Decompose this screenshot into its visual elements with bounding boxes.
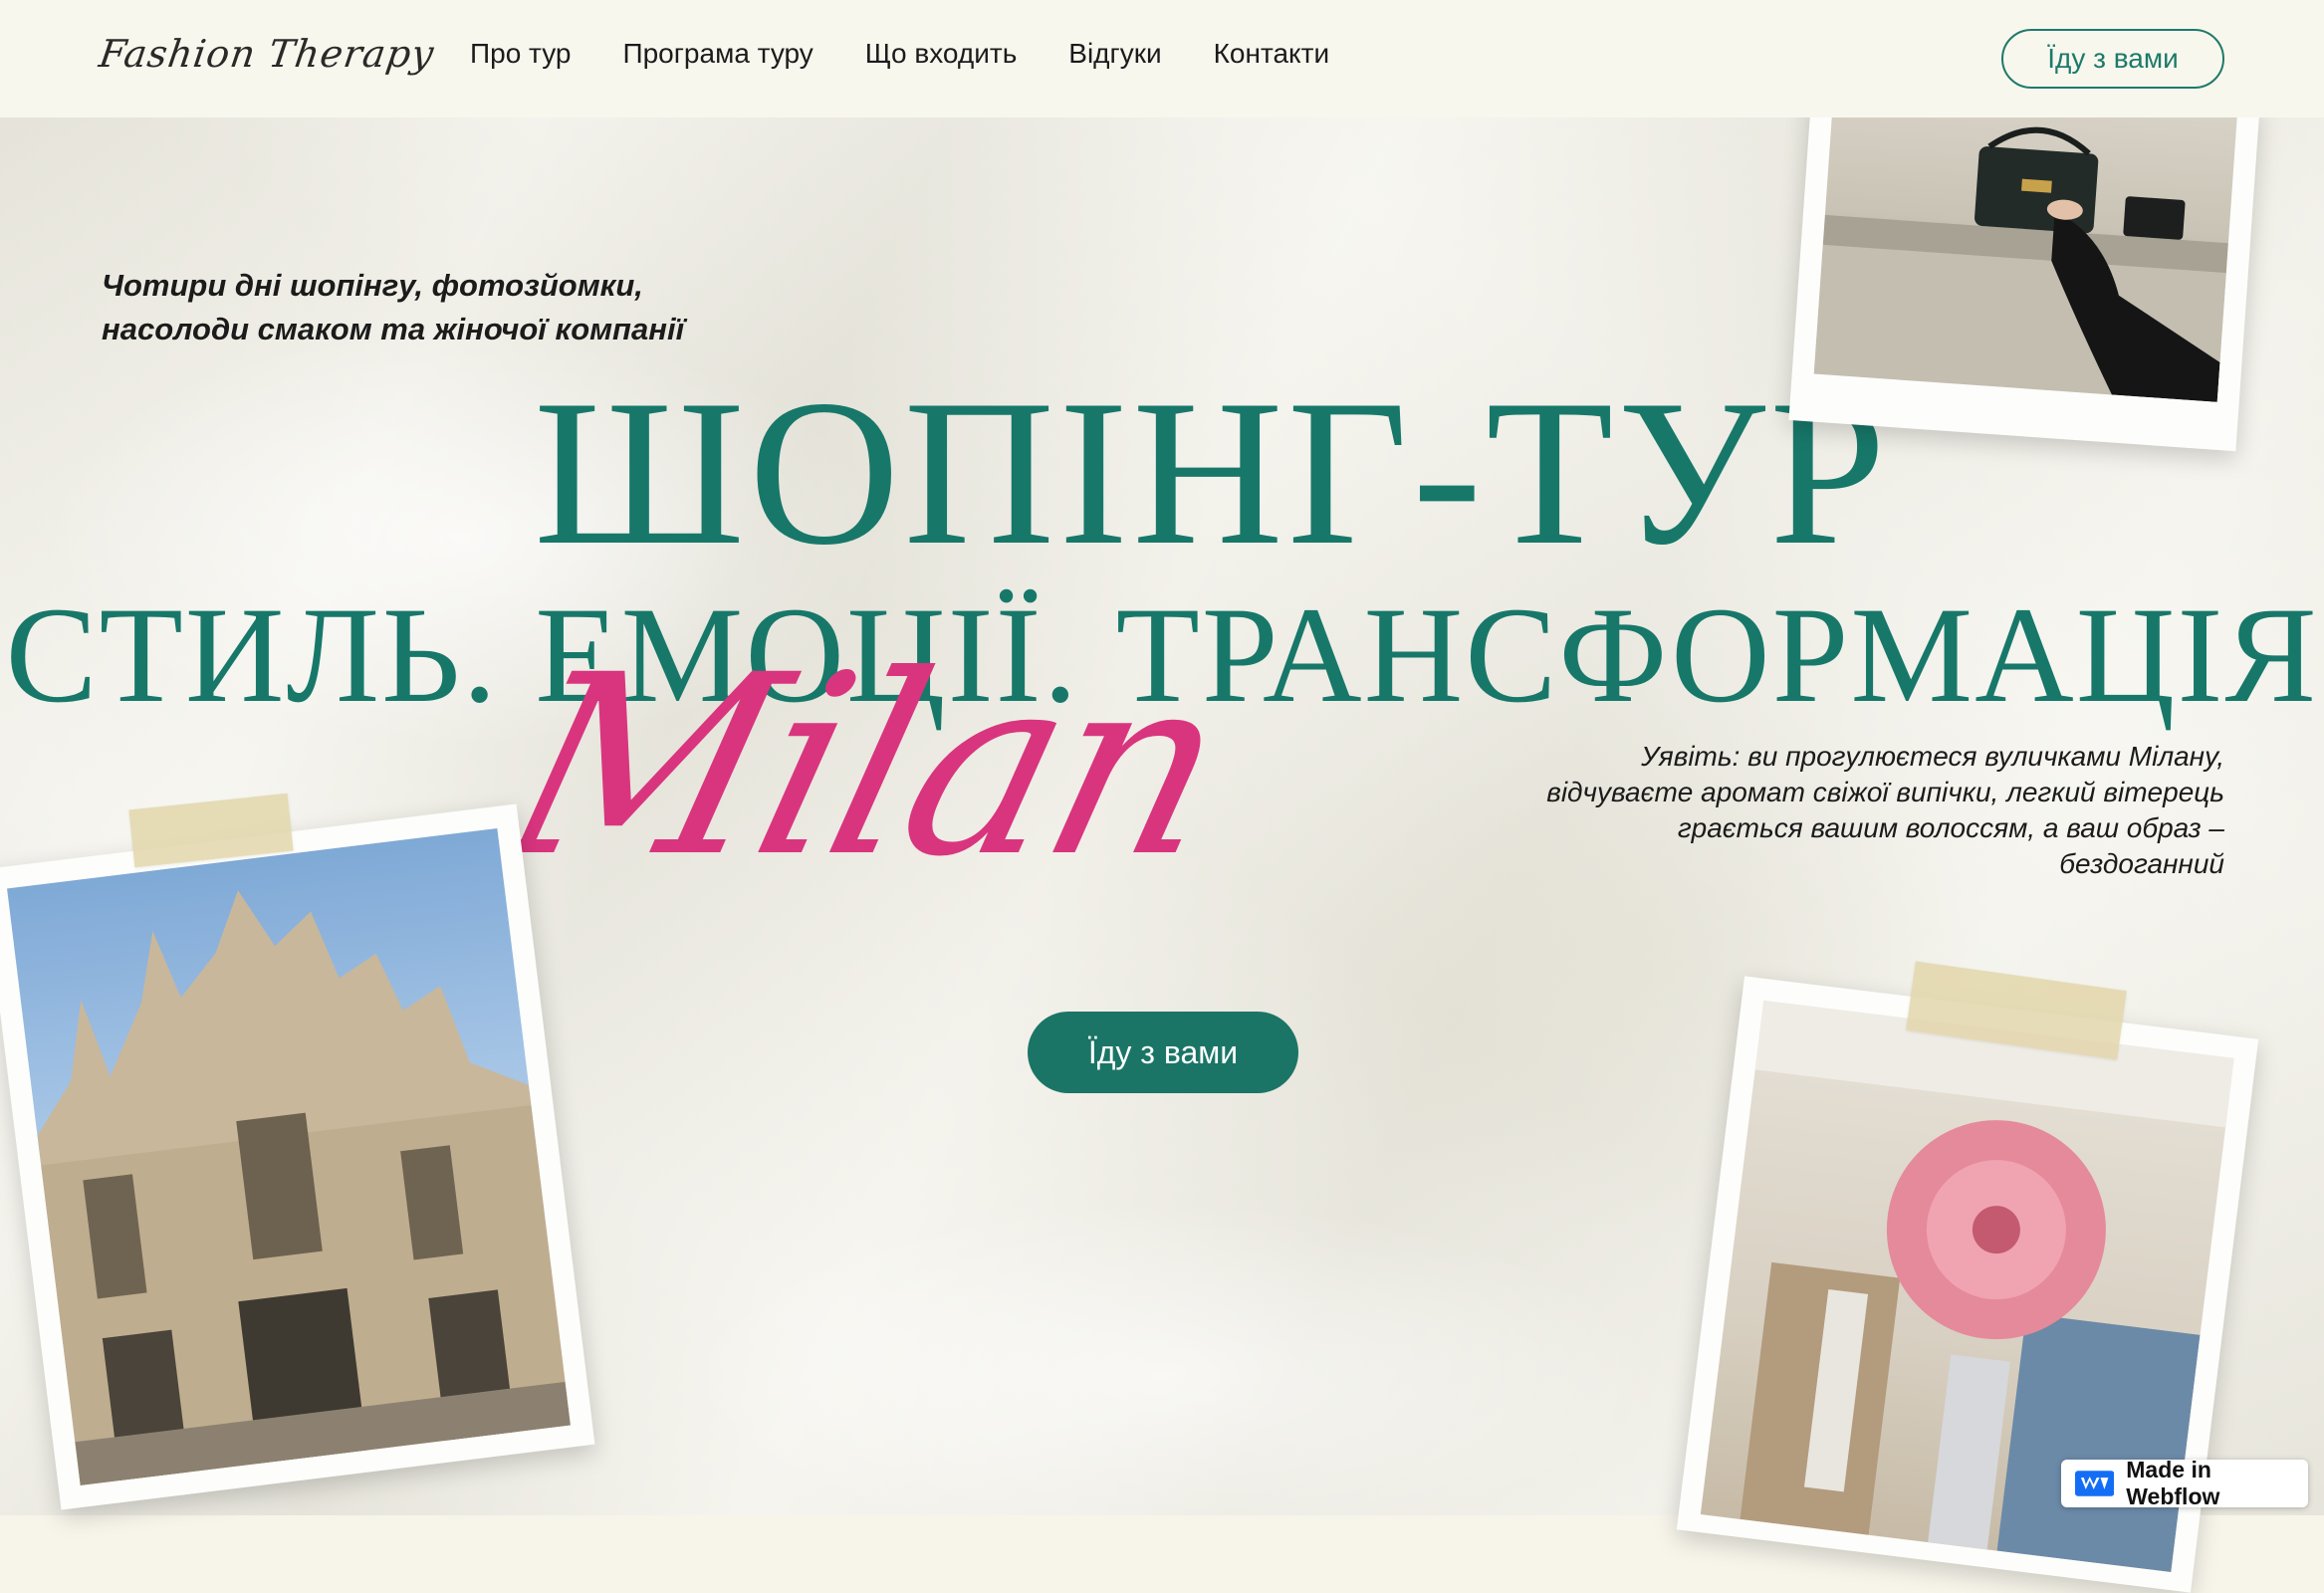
webflow-logo-icon: [2075, 1471, 2115, 1496]
nav-item-reviews[interactable]: Відгуки: [1068, 38, 1161, 70]
bag-photo-card: [1788, 74, 2260, 452]
hero-intro-text: Чотири дні шопінгу, фотозйомки, насолоди…: [102, 268, 685, 346]
hero-description: Уявіть: ви прогулюєтеся вуличками Мілану…: [1546, 741, 2224, 879]
handbag-photo: [1813, 76, 2238, 402]
webflow-badge-label: Made in Webflow: [2126, 1457, 2220, 1509]
duomo-photo: [7, 828, 571, 1485]
nav-item-included[interactable]: Що входить: [865, 38, 1018, 70]
made-in-webflow-badge[interactable]: Made in Webflow: [2061, 1457, 2308, 1509]
main-nav: Про тур Програма туру Що входить Відгуки…: [470, 38, 1329, 70]
nav-item-program[interactable]: Програма туру: [622, 38, 813, 70]
nav-item-about[interactable]: Про тур: [470, 38, 571, 70]
hero-cta-button[interactable]: Їду з вами: [1028, 1012, 1298, 1093]
logo[interactable]: Fashion Therapy: [97, 32, 437, 76]
milan-script-title: Milan: [481, 621, 1248, 911]
duomo-photo-card: [0, 803, 595, 1510]
header-cta-button[interactable]: Їду з вами: [2001, 29, 2224, 89]
nav-item-contacts[interactable]: Контакти: [1214, 38, 1329, 70]
site-header: Fashion Therapy Про тур Програма туру Що…: [0, 0, 2324, 117]
